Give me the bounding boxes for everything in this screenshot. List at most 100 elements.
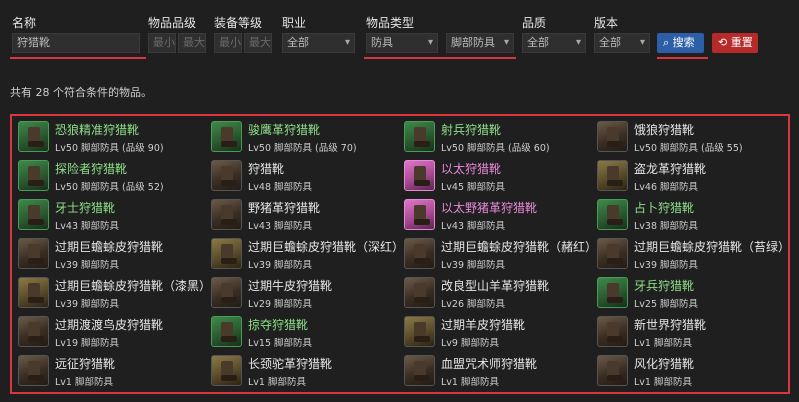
item-name[interactable]: 野猪革狩猎靴 <box>248 199 320 216</box>
equip-level-min-input[interactable]: 最小 <box>214 33 242 53</box>
item-name[interactable]: 掠夺狩猎靴 <box>248 316 308 333</box>
item-name[interactable]: 盗龙革狩猎靴 <box>634 160 706 177</box>
item-name[interactable]: 牙兵狩猎靴 <box>634 277 694 294</box>
item-name[interactable]: 新世界狩猎靴 <box>634 316 706 333</box>
list-item[interactable]: 恐狼精准狩猎靴 Lv50 脚部防具 (品级 90) <box>15 118 208 157</box>
boot-icon[interactable] <box>18 355 49 386</box>
quality-label: 品质 <box>522 16 547 30</box>
boot-icon[interactable] <box>18 238 49 269</box>
item-name[interactable]: 改良型山羊革狩猎靴 <box>441 277 549 294</box>
boot-icon[interactable] <box>211 121 242 152</box>
list-item[interactable]: 过期羊皮狩猎靴 Lv9 脚部防具 <box>401 313 594 352</box>
type-select[interactable]: 防具 <box>366 33 438 53</box>
list-item[interactable]: 远征狩猎靴 Lv1 脚部防具 <box>15 352 208 391</box>
item-name[interactable]: 长颈驼革狩猎靴 <box>248 355 332 372</box>
boot-icon[interactable] <box>211 238 242 269</box>
boot-icon[interactable] <box>404 160 435 191</box>
boot-icon[interactable] <box>211 277 242 308</box>
boot-icon[interactable] <box>211 316 242 347</box>
item-name[interactable]: 过期巨蟾蜍皮狩猎靴（苔绿） <box>634 238 790 255</box>
list-item[interactable]: 占卜狩猎靴 Lv38 脚部防具 <box>594 196 787 235</box>
item-meta: Lv50 脚部防具 (品级 90) <box>55 143 164 154</box>
list-item[interactable]: 过期牛皮狩猎靴 Lv29 脚部防具 <box>208 274 401 313</box>
item-name[interactable]: 探险者狩猎靴 <box>55 160 127 177</box>
subtype-select[interactable]: 脚部防具 <box>446 33 514 53</box>
boot-icon[interactable] <box>211 355 242 386</box>
item-name[interactable]: 占卜狩猎靴 <box>634 199 694 216</box>
item-name[interactable]: 饿狼狩猎靴 <box>634 121 694 138</box>
boot-icon[interactable] <box>404 121 435 152</box>
item-meta: Lv39 脚部防具 <box>441 260 506 271</box>
boot-icon[interactable] <box>18 316 49 347</box>
item-level-max-input[interactable]: 最大 <box>178 33 206 53</box>
item-name[interactable]: 骏鹰革狩猎靴 <box>248 121 320 138</box>
boot-icon[interactable] <box>404 199 435 230</box>
boot-icon[interactable] <box>597 277 628 308</box>
boot-icon[interactable] <box>18 160 49 191</box>
item-level-min-input[interactable]: 最小 <box>148 33 176 53</box>
job-select[interactable]: 全部 <box>282 33 355 53</box>
list-item[interactable]: 过期巨蟾蜍皮狩猎靴 Lv39 脚部防具 <box>15 235 208 274</box>
boot-icon[interactable] <box>597 316 628 347</box>
name-input[interactable]: 狩猎靴 <box>12 33 140 53</box>
list-item[interactable]: 饿狼狩猎靴 Lv50 脚部防具 (品级 55) <box>594 118 787 157</box>
list-item[interactable]: 以太狩猎靴 Lv45 脚部防具 <box>401 157 594 196</box>
item-name[interactable]: 过期巨蟾蜍皮狩猎靴（漆黑） <box>55 277 211 294</box>
list-item[interactable]: 过期巨蟾蜍皮狩猎靴（漆黑） Lv39 脚部防具 <box>15 274 211 313</box>
item-name[interactable]: 过期巨蟾蜍皮狩猎靴（深红） <box>248 238 404 255</box>
boot-icon[interactable] <box>404 238 435 269</box>
boot-icon[interactable] <box>404 277 435 308</box>
list-item[interactable]: 牙士狩猎靴 Lv43 脚部防具 <box>15 196 208 235</box>
item-name[interactable]: 过期巨蟾蜍皮狩猎靴（赭红） <box>441 238 597 255</box>
list-item[interactable]: 狩猎靴 Lv48 脚部防具 <box>208 157 401 196</box>
version-select[interactable]: 全部 <box>594 33 650 53</box>
list-item[interactable]: 过期巨蟾蜍皮狩猎靴（深红） Lv39 脚部防具 <box>208 235 404 274</box>
list-item[interactable]: 过期巨蟾蜍皮狩猎靴（赭红） Lv39 脚部防具 <box>401 235 597 274</box>
list-item[interactable]: 过期渡渡鸟皮狩猎靴 Lv19 脚部防具 <box>15 313 208 352</box>
item-name[interactable]: 过期巨蟾蜍皮狩猎靴 <box>55 238 163 255</box>
item-name[interactable]: 远征狩猎靴 <box>55 355 115 372</box>
list-item[interactable]: 以太野猪革狩猎靴 Lv43 脚部防具 <box>401 196 594 235</box>
list-item[interactable]: 新世界狩猎靴 Lv1 脚部防具 <box>594 313 787 352</box>
reset-button[interactable]: ⟲ 重置 <box>712 33 758 53</box>
boot-icon[interactable] <box>597 160 628 191</box>
list-item[interactable]: 野猪革狩猎靴 Lv43 脚部防具 <box>208 196 401 235</box>
boot-icon[interactable] <box>597 121 628 152</box>
item-name[interactable]: 过期牛皮狩猎靴 <box>248 277 332 294</box>
boot-icon[interactable] <box>18 277 49 308</box>
equip-level-max-input[interactable]: 最大 <box>244 33 272 53</box>
boot-icon[interactable] <box>597 355 628 386</box>
quality-select[interactable]: 全部 <box>522 33 586 53</box>
list-item[interactable]: 过期巨蟾蜍皮狩猎靴（苔绿） Lv39 脚部防具 <box>594 235 790 274</box>
boot-icon[interactable] <box>597 238 628 269</box>
item-name[interactable]: 过期羊皮狩猎靴 <box>441 316 525 333</box>
item-name[interactable]: 以太野猪革狩猎靴 <box>441 199 537 216</box>
list-item[interactable]: 风化狩猎靴 Lv1 脚部防具 <box>594 352 787 391</box>
list-item[interactable]: 掠夺狩猎靴 Lv15 脚部防具 <box>208 313 401 352</box>
item-name[interactable]: 以太狩猎靴 <box>441 160 501 177</box>
boot-icon[interactable] <box>18 199 49 230</box>
item-name[interactable]: 狩猎靴 <box>248 160 284 177</box>
boot-icon[interactable] <box>211 160 242 191</box>
item-name[interactable]: 牙士狩猎靴 <box>55 199 115 216</box>
list-item[interactable]: 探险者狩猎靴 Lv50 脚部防具 (品级 52) <box>15 157 208 196</box>
item-name[interactable]: 射兵狩猎靴 <box>441 121 501 138</box>
list-item[interactable]: 骏鹰革狩猎靴 Lv50 脚部防具 (品级 70) <box>208 118 401 157</box>
boot-icon[interactable] <box>404 316 435 347</box>
list-item[interactable]: 改良型山羊革狩猎靴 Lv26 脚部防具 <box>401 274 594 313</box>
item-name[interactable]: 风化狩猎靴 <box>634 355 694 372</box>
item-name[interactable]: 恐狼精准狩猎靴 <box>55 121 139 138</box>
list-item[interactable]: 射兵狩猎靴 Lv50 脚部防具 (品级 60) <box>401 118 594 157</box>
boot-icon[interactable] <box>211 199 242 230</box>
list-item[interactable]: 牙兵狩猎靴 Lv25 脚部防具 <box>594 274 787 313</box>
boot-icon[interactable] <box>404 355 435 386</box>
search-button[interactable]: ⌕ 搜索 <box>657 33 704 53</box>
boot-icon[interactable] <box>18 121 49 152</box>
list-item[interactable]: 盗龙革狩猎靴 Lv46 脚部防具 <box>594 157 787 196</box>
results-grid: 恐狼精准狩猎靴 Lv50 脚部防具 (品级 90) 骏鹰革狩猎靴 Lv50 脚部防具 … <box>15 118 790 391</box>
item-name[interactable]: 过期渡渡鸟皮狩猎靴 <box>55 316 163 333</box>
list-item[interactable]: 血盟咒术师狩猎靴 Lv1 脚部防具 <box>401 352 594 391</box>
boot-icon[interactable] <box>597 199 628 230</box>
item-name[interactable]: 血盟咒术师狩猎靴 <box>441 355 537 372</box>
list-item[interactable]: 长颈驼革狩猎靴 Lv1 脚部防具 <box>208 352 401 391</box>
